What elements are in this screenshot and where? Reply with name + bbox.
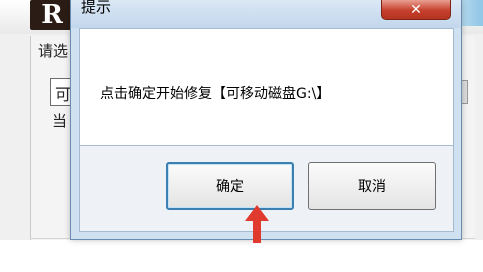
dialog-content: 点击确定开始修复【可移动磁盘G:\】 [79, 28, 454, 146]
app-logo: R [30, 0, 74, 30]
dialog-titlebar[interactable]: 提示 ✕ [71, 0, 461, 28]
background-prompt: 请选 [38, 42, 69, 60]
cancel-button[interactable]: 取消 [308, 162, 436, 210]
dialog-message: 点击确定开始修复【可移动磁盘G:\】 [100, 86, 331, 102]
ok-button[interactable]: 确定 [166, 162, 294, 210]
dialog-title: 提示 [81, 0, 112, 16]
background-status: 当 [52, 112, 68, 130]
prompt-dialog: 提示 ✕ 点击确定开始修复【可移动磁盘G:\】 确定 取消 [70, 0, 462, 240]
close-button[interactable]: ✕ [381, 0, 451, 20]
close-icon: ✕ [410, 1, 422, 18]
red-arrow-icon [245, 205, 269, 243]
